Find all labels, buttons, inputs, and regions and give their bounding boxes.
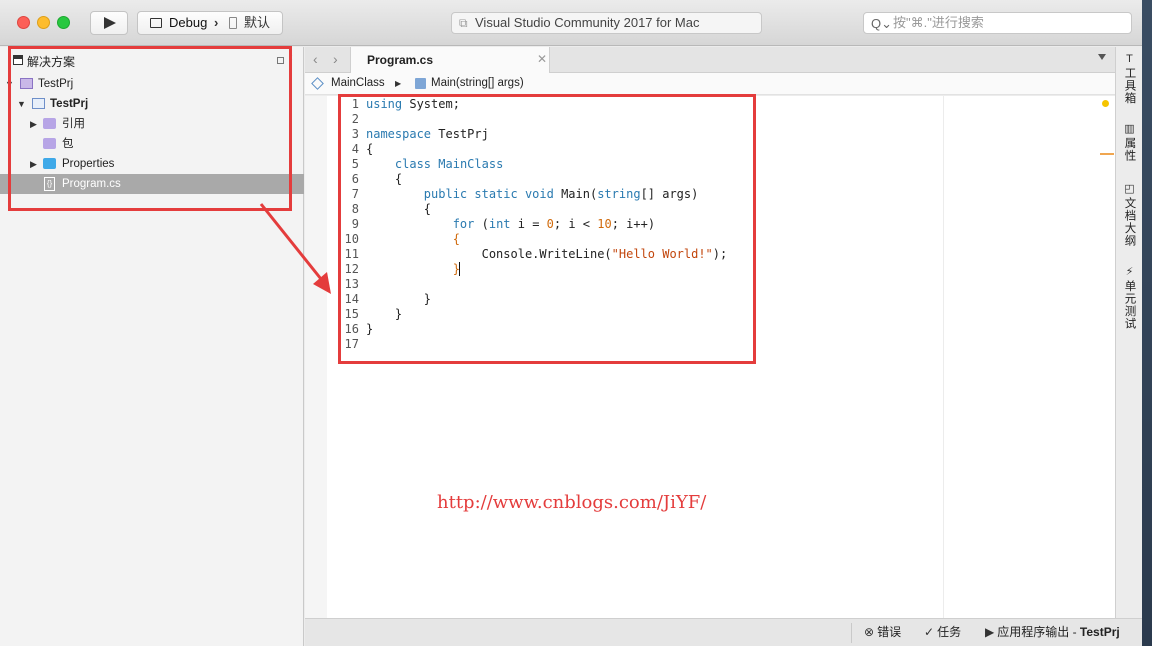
visual-studio-icon: ⧉ [459,16,468,30]
search-input[interactable]: Q⌄ 按"⌘."进行搜索 [863,12,1132,34]
properties-icon: ▥ [1124,123,1135,135]
pad-label: 文档大纲 [1123,197,1136,247]
window-zoom-button[interactable] [57,16,70,29]
pad-toolbox[interactable]: T 工具箱 [1116,53,1143,108]
annotation-box-solution [8,46,292,211]
search-placeholder: 按"⌘."进行搜索 [893,15,984,30]
right-pad-bar: T 工具箱 ▥ 属性 ◰ 文档大纲 ⚡ 单元测试 [1115,47,1142,618]
class-icon [311,77,324,90]
output-project: TestPrj [1079,625,1120,639]
tab-program-cs[interactable]: Program.cs ✕ [350,47,550,73]
pad-properties[interactable]: ▥ 属性 [1116,122,1143,165]
output-label: 应用程序输出 - [997,625,1080,639]
pad-document-outline[interactable]: ◰ 文档大纲 [1116,182,1143,250]
tasks-label: 任务 [937,625,962,639]
warning-marker-icon[interactable] [1102,100,1109,107]
tasks-pad-button[interactable]: ✓ 任务 [924,619,961,646]
run-button[interactable] [90,11,128,35]
configuration-icon [150,18,162,28]
close-icon[interactable]: ✕ [537,52,547,66]
editor-gutter [305,96,327,618]
breadcrumb: MainClass ▶ Main(string[] args) [305,73,1115,95]
configuration-label: Debug [169,15,208,30]
breadcrumb-method[interactable]: Main(string[] args) [431,73,524,94]
breadcrumb-class[interactable]: MainClass [331,73,385,94]
editor-tab-bar: ‹ › Program.cs ✕ [305,47,1115,73]
pad-label: 单元测试 [1123,280,1136,330]
errors-pad-button[interactable]: ⊗ 错误 [864,619,901,646]
window-minimize-button[interactable] [37,16,50,29]
error-icon: ⊗ [864,625,875,639]
navigate-forward-button[interactable]: › [333,51,338,67]
chevron-right-icon: › [214,15,219,30]
status-bar: ⊗ 错误 ✓ 任务 ▶ 应用程序输出 - TestPrj [305,618,1142,646]
caret-position-marker [1100,153,1114,155]
tab-list-dropdown-icon[interactable] [1098,54,1106,60]
device-label: 默认 [244,15,271,30]
unit-test-icon: ⚡ [1125,266,1134,278]
navigate-back-button[interactable]: ‹ [313,51,318,67]
annotation-box-code [338,94,756,364]
breadcrumb-separator-icon: ▶ [395,79,402,88]
check-icon: ✓ [924,625,935,639]
column-ruler [943,96,944,618]
status-divider [851,623,852,643]
toolbox-icon: T [1126,53,1133,65]
method-icon [415,78,426,89]
status-title: Visual Studio Community 2017 for Mac [475,15,700,30]
pad-label: 工具箱 [1123,67,1136,105]
play-icon: ▶ [985,625,995,639]
play-icon [104,17,116,29]
status-display: ⧉ Visual Studio Community 2017 for Mac [451,12,762,34]
pad-unit-tests[interactable]: ⚡ 单元测试 [1116,265,1143,333]
pad-label: 属性 [1123,137,1136,162]
watermark-text: http://www.cnblogs.com/JiYF/ [437,492,707,513]
errors-label: 错误 [877,625,902,639]
annotation-arrow-icon [259,203,331,294]
application-output-button[interactable]: ▶ 应用程序输出 - TestPrj [985,619,1120,646]
toolbar: Debug › 默认 ⧉ Visual Studio Community 201… [0,0,1142,46]
search-icon: Q⌄ [871,16,893,31]
configuration-selector[interactable]: Debug › 默认 [137,11,283,35]
document-outline-icon: ◰ [1124,183,1135,195]
window-close-button[interactable] [17,16,30,29]
device-icon [229,17,237,29]
tab-label: Program.cs [367,53,434,67]
